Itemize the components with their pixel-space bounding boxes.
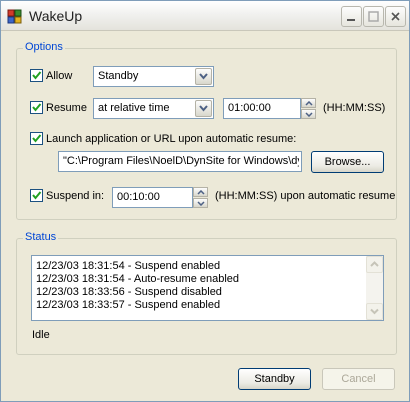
allow-label: Allow	[46, 70, 73, 82]
suspend-checkbox[interactable]	[30, 189, 43, 202]
maximize-button[interactable]	[363, 6, 384, 27]
log-line: 12/23/03 18:31:54 - Auto-resume enabled	[36, 273, 240, 285]
suspend-note: (HH:MM:SS) upon automatic resume	[215, 190, 396, 202]
checkmark-icon	[32, 71, 42, 80]
suspend-time-input[interactable]: 00:10:00	[112, 187, 193, 208]
suspend-time-stepper[interactable]	[193, 187, 208, 208]
checkmark-icon	[32, 191, 42, 200]
spin-down-icon[interactable]	[193, 198, 208, 208]
window-title: WakeUp	[29, 8, 83, 24]
scroll-down-icon[interactable]	[366, 303, 383, 320]
minimize-button[interactable]	[341, 6, 362, 27]
standby-button[interactable]: Standby	[238, 368, 311, 390]
close-icon	[391, 12, 400, 21]
browse-button[interactable]: Browse...	[311, 151, 384, 173]
allow-checkbox[interactable]	[30, 69, 43, 82]
resume-time-stepper[interactable]	[301, 98, 316, 119]
suspend-time-value: 00:10:00	[117, 191, 160, 203]
close-button[interactable]	[385, 6, 406, 27]
launch-path-input[interactable]: "C:\Program Files\NoelD\DynSite for Wind…	[58, 151, 302, 172]
chevron-down-icon[interactable]	[195, 100, 212, 117]
resume-mode-select[interactable]: at relative time	[93, 98, 214, 119]
log-line: 12/23/03 18:33:57 - Suspend enabled	[36, 299, 221, 311]
status-state: Idle	[32, 329, 50, 341]
title-bar[interactable]: WakeUp	[1, 1, 409, 31]
scroll-up-icon[interactable]	[366, 256, 383, 273]
log-line: 12/23/03 18:31:54 - Suspend enabled	[36, 260, 221, 272]
maximize-icon	[368, 11, 379, 22]
checkmark-icon	[32, 134, 42, 143]
app-icon	[7, 8, 23, 24]
resume-time-format: (HH:MM:SS)	[323, 102, 386, 114]
minimize-icon	[347, 19, 355, 21]
resume-checkbox[interactable]	[30, 101, 43, 114]
chevron-down-icon[interactable]	[195, 68, 212, 85]
wakeup-window: WakeUp Options Allow Standby Resume at r…	[0, 0, 410, 402]
resume-time-value: 01:00:00	[228, 102, 271, 114]
status-legend: Status	[23, 231, 59, 243]
allow-select[interactable]: Standby	[93, 66, 214, 87]
suspend-label: Suspend in:	[46, 190, 105, 202]
launch-label: Launch application or URL upon automatic…	[46, 133, 297, 145]
log-scrollbar[interactable]	[366, 256, 383, 320]
resume-label: Resume	[46, 102, 87, 114]
spin-up-icon[interactable]	[301, 98, 316, 108]
spin-down-icon[interactable]	[301, 109, 316, 119]
options-legend: Options	[23, 41, 65, 53]
allow-select-value: Standby	[98, 70, 139, 82]
resume-time-input[interactable]: 01:00:00	[223, 98, 301, 119]
log-line: 12/23/03 18:33:56 - Suspend disabled	[36, 286, 222, 298]
launch-checkbox[interactable]	[30, 132, 43, 145]
checkmark-icon	[32, 103, 42, 112]
status-log[interactable]: 12/23/03 18:31:54 - Suspend enabled 12/2…	[31, 255, 384, 321]
resume-mode-value: at relative time	[98, 102, 170, 114]
launch-path-value: "C:\Program Files\NoelD\DynSite for Wind…	[63, 155, 299, 167]
cancel-button[interactable]: Cancel	[322, 368, 395, 390]
spin-up-icon[interactable]	[193, 187, 208, 197]
